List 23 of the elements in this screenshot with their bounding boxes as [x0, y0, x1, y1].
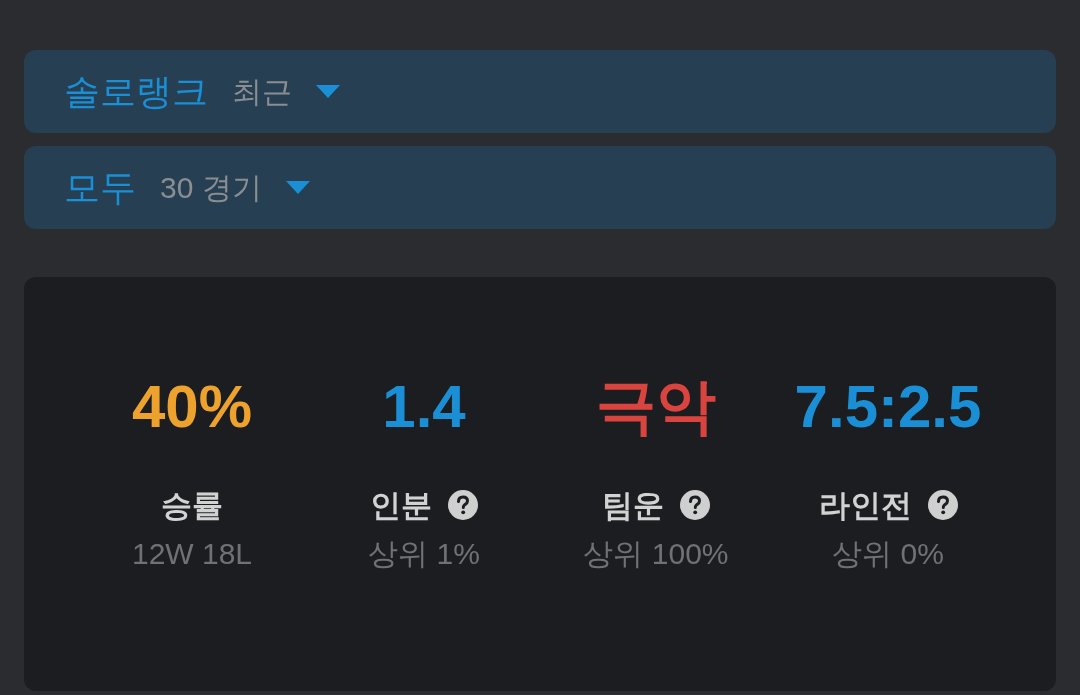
filter-value: 30 경기 [160, 172, 262, 203]
stat-detail: 12W 18L [131, 539, 253, 569]
caret-icon [316, 85, 340, 98]
stat-value: 7.5:2.5 [794, 377, 982, 439]
stat-detail: 상위 100% [583, 539, 729, 569]
filter-dropdown[interactable]: 모두 30 경기 [24, 146, 1056, 229]
stat-label: 팀운 [602, 489, 664, 521]
stat-value: 1.4 [382, 377, 466, 439]
stat-value: 40% [131, 377, 253, 439]
filter-label: 모두 [64, 169, 136, 206]
stat-detail: 상위 1% [368, 539, 480, 569]
filter-value: 최근 [232, 76, 292, 107]
help-icon[interactable] [680, 490, 710, 520]
filter-dropdown[interactable]: 솔로랭크 최근 [24, 50, 1056, 133]
stat-value: 극악 [596, 377, 716, 439]
stat-label: 인분 [370, 489, 432, 521]
help-icon[interactable] [448, 490, 478, 520]
caret-icon [285, 181, 310, 194]
help-icon[interactable] [927, 490, 958, 520]
filter-label: 솔로랭크 [64, 73, 208, 110]
stat-detail: 상위 0% [832, 539, 944, 569]
stat-label: 라인전 [818, 489, 912, 521]
stat-label: 승률 [161, 489, 223, 521]
